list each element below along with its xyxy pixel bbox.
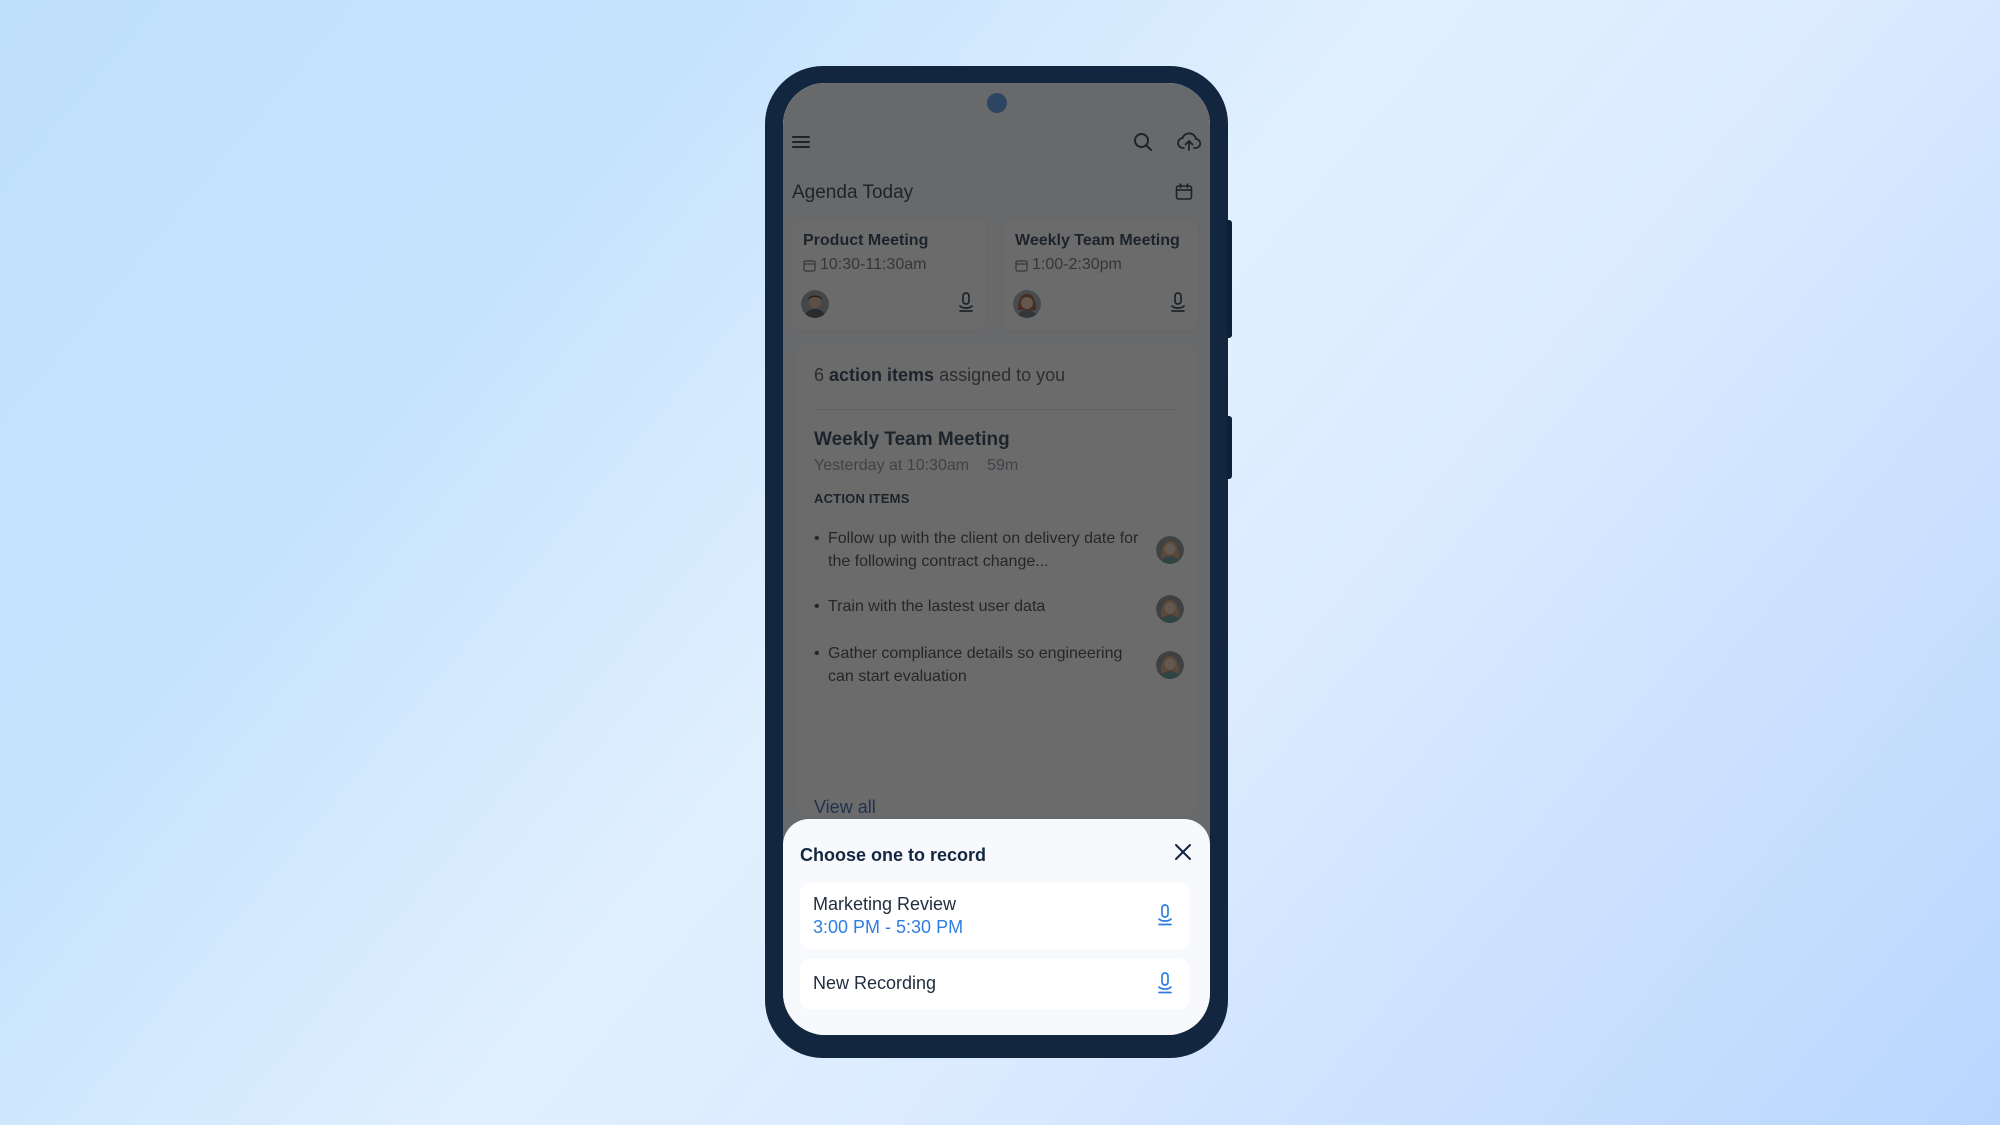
option-title: New Recording xyxy=(813,973,937,993)
microphone-icon[interactable] xyxy=(1157,972,1173,999)
record-bottom-sheet: Choose one to record Marketing Review 3:… xyxy=(783,819,1210,1035)
record-option-new-recording[interactable]: New Recording xyxy=(800,959,1190,1009)
phone-frame: Agenda Today Product Meeting 10:30-11:30… xyxy=(765,66,1228,1058)
power-button xyxy=(1227,220,1232,338)
volume-button xyxy=(1227,416,1232,479)
record-option-marketing-review[interactable]: Marketing Review 3:00 PM - 5:30 PM xyxy=(800,883,1190,949)
option-title: Marketing Review xyxy=(813,894,957,914)
front-camera xyxy=(987,93,1007,113)
close-icon[interactable] xyxy=(1168,837,1198,867)
sheet-title: Choose one to record xyxy=(800,845,987,865)
option-time: 3:00 PM - 5:30 PM xyxy=(813,917,964,937)
phone-screen: Agenda Today Product Meeting 10:30-11:30… xyxy=(783,83,1210,1035)
microphone-icon[interactable] xyxy=(1157,904,1173,931)
